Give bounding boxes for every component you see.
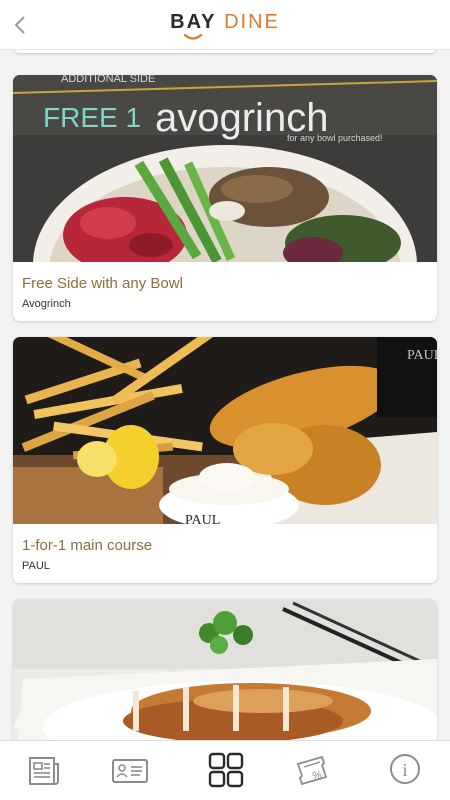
logo-bay: BAY (170, 11, 217, 33)
tab-deals[interactable] (206, 751, 246, 791)
deal-card[interactable] (13, 599, 437, 740)
photo-pot-text: PAUL (185, 513, 220, 524)
tab-vouchers[interactable]: % (294, 751, 334, 791)
tab-membership[interactable] (110, 751, 150, 791)
photo-bottle-text: PAUL (407, 348, 437, 363)
photo-text-sub: for any bowl purchased! (287, 133, 383, 143)
app-header: BAY DINE (0, 0, 450, 50)
deal-photo (13, 599, 437, 740)
logo-smile-icon (183, 33, 203, 40)
deal-title: 1-for-1 main course (22, 537, 153, 554)
bottom-tab-bar: % i (0, 740, 450, 800)
info-icon: i (390, 754, 420, 784)
member-card-icon (112, 759, 148, 783)
app-logo: BAY DINE (0, 11, 450, 34)
previous-deal-card[interactable] (13, 50, 437, 53)
deal-merchant: Avogrinch (22, 298, 71, 310)
photo-text-main: FREE 1 (43, 102, 141, 133)
deal-merchant: PAUL (22, 560, 50, 572)
newspaper-icon (29, 757, 59, 785)
tab-news[interactable] (24, 751, 64, 791)
voucher-percent-glyph: % (312, 770, 322, 782)
info-glyph: i (402, 760, 407, 780)
logo-dine: DINE (224, 11, 280, 33)
photo-text-top: ADDITIONAL SIDE (61, 75, 155, 85)
deal-card[interactable]: PAUL PAUL 1-for-1 main course PAUL (13, 337, 437, 583)
deal-card[interactable]: ADDITIONAL SIDE FREE 1 avogrinch for any… (13, 75, 437, 321)
deals-feed[interactable]: ADDITIONAL SIDE FREE 1 avogrinch for any… (0, 50, 450, 740)
deal-photo: ADDITIONAL SIDE FREE 1 avogrinch for any… (13, 75, 437, 262)
tab-info[interactable]: i (385, 751, 425, 791)
grid-icon (208, 752, 244, 788)
deal-title: Free Side with any Bowl (22, 275, 183, 292)
voucher-icon: % (296, 755, 328, 786)
deal-photo: PAUL PAUL (13, 337, 437, 524)
